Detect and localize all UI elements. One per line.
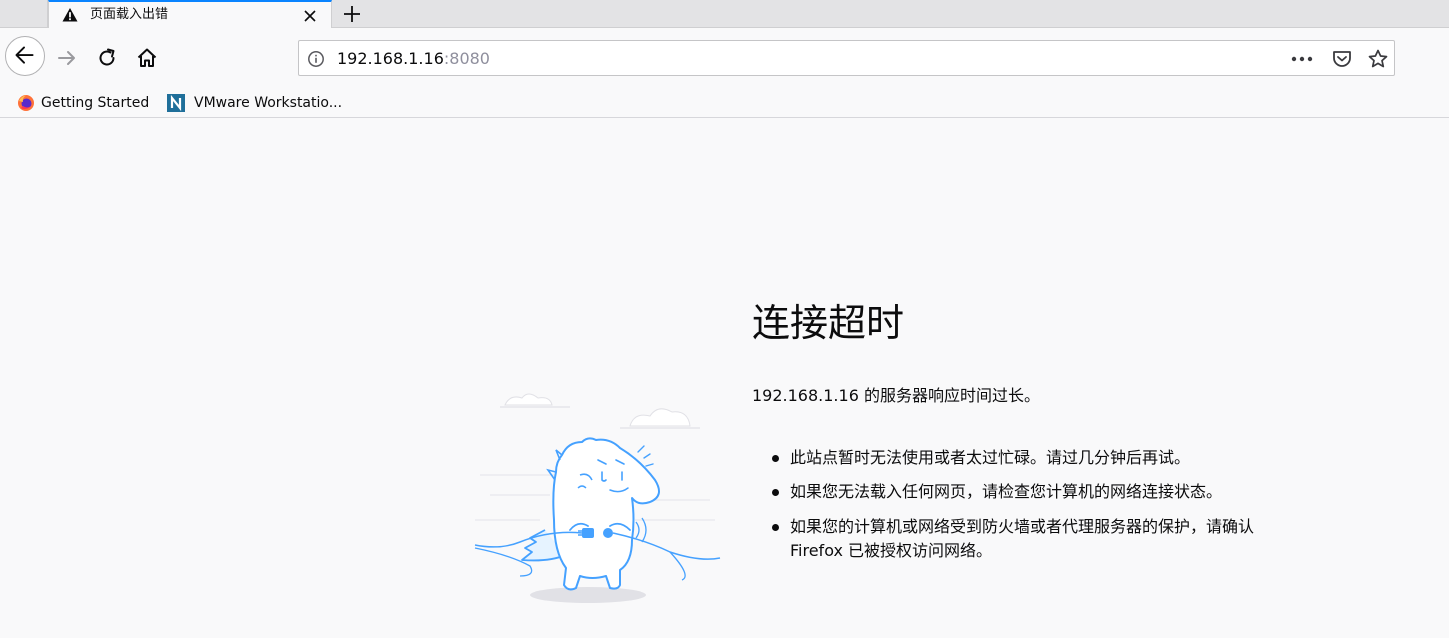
bookmark-vmware[interactable]: VMware Workstatio... xyxy=(167,91,357,115)
home-icon[interactable] xyxy=(135,46,159,70)
back-button[interactable] xyxy=(5,36,45,76)
bookmark-getting-started[interactable]: Getting Started xyxy=(17,91,157,115)
nav-bar: 192.168.1.16:8080 xyxy=(0,28,1449,88)
bookmark-label: VMware Workstatio... xyxy=(194,95,343,111)
tab-strip: 页面载入出错 xyxy=(0,0,1449,29)
bookmark-star-icon[interactable] xyxy=(1367,48,1389,70)
url-bar[interactable]: 192.168.1.16:8080 xyxy=(298,40,1395,76)
error-tip: 此站点暂时无法使用或者太过忙碌。请过几分钟后再试。 xyxy=(772,446,1272,470)
tab-title: 页面载入出错 xyxy=(90,7,169,22)
error-tip: 如果您的计算机或网络受到防火墙或者代理服务器的保护，请确认 Firefox 已被… xyxy=(772,515,1272,563)
url-port: :8080 xyxy=(443,49,490,68)
pocket-icon[interactable] xyxy=(1331,48,1353,70)
vmware-n-icon xyxy=(167,94,185,112)
tab-strip-left-stub xyxy=(0,0,48,28)
back-arrow-icon xyxy=(15,46,34,64)
bookmark-label: Getting Started xyxy=(41,95,150,111)
page-actions-more-icon[interactable] xyxy=(1289,49,1315,69)
forward-arrow-icon[interactable] xyxy=(55,46,79,70)
error-description: 192.168.1.16 的服务器响应时间过长。 xyxy=(752,386,1040,405)
reload-icon[interactable] xyxy=(95,46,119,70)
warning-icon xyxy=(62,8,78,22)
unplugged-dinosaur-illustration xyxy=(474,393,721,603)
tab-active[interactable]: 页面载入出错 xyxy=(48,0,332,29)
info-icon[interactable] xyxy=(307,50,325,68)
new-tab-icon[interactable] xyxy=(340,2,364,26)
url-input[interactable]: 192.168.1.16:8080 xyxy=(337,49,490,69)
close-tab-icon[interactable] xyxy=(301,7,319,25)
error-tips-list: 此站点暂时无法使用或者太过忙碌。请过几分钟后再试。 如果您无法载入任何网页，请检… xyxy=(772,446,1272,574)
firefox-icon xyxy=(18,95,34,111)
bookmarks-toolbar: Getting Started VMware Workstatio... xyxy=(0,88,1449,118)
error-title: 连接超时 xyxy=(752,301,905,345)
url-host: 192.168.1.16 xyxy=(337,49,444,68)
error-tip: 如果您无法载入任何网页，请检查您计算机的网络连接状态。 xyxy=(772,480,1272,504)
